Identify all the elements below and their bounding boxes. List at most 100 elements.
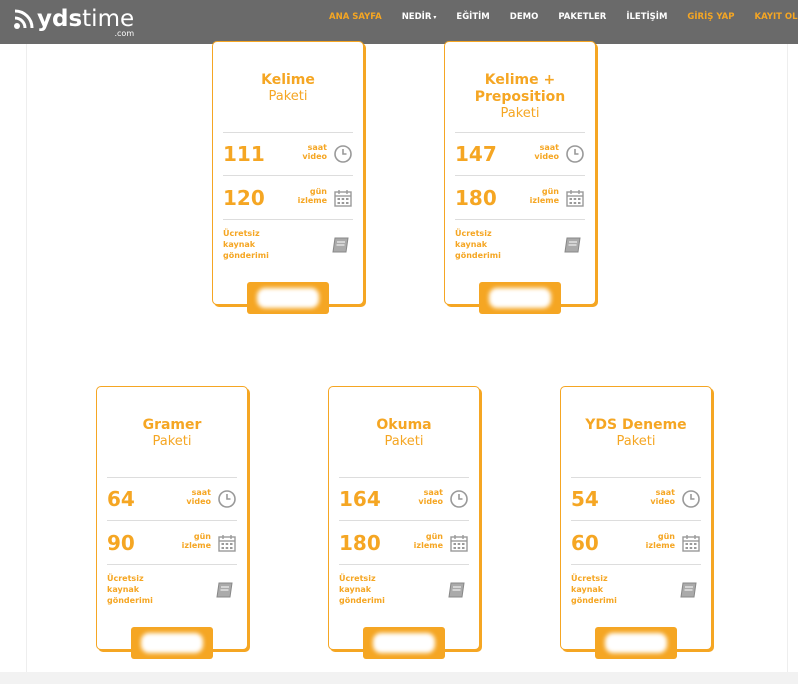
divider — [571, 564, 701, 565]
package-card: YDS Deneme Paketi 54 saat video 60 gün izleme Üc… — [560, 386, 712, 659]
divider — [455, 175, 585, 176]
days-value: 120 — [223, 186, 265, 210]
package-subtitle: Paketi — [616, 434, 656, 449]
divider — [107, 564, 237, 565]
package-subtitle: Paketi — [268, 89, 308, 104]
book-icon — [563, 236, 583, 254]
hours-value: 64 — [107, 487, 135, 511]
days-value: 180 — [339, 531, 381, 555]
days-unit-line1: gün — [425, 532, 443, 541]
buy-button-label-redacted — [373, 633, 435, 653]
free-line3: gönderimi — [339, 596, 385, 605]
top-navbar: ydstime .com ANA SAYFA NEDİR ▾ EĞİTİM DEMO PA… — [0, 0, 798, 44]
nav-link-label: NEDİR — [401, 12, 432, 22]
nav-link-4[interactable]: PAKETLER — [558, 12, 606, 22]
days-unit-line2: izleme — [645, 541, 675, 550]
days-unit-line1: gün — [541, 187, 559, 196]
clock-icon — [333, 144, 353, 164]
hours-row: 164 saat video — [339, 486, 469, 512]
free-line3: gönderimi — [571, 596, 617, 605]
days-unit: gün izleme — [414, 532, 443, 550]
logo[interactable]: ydstime .com — [12, 6, 134, 38]
book-icon — [679, 581, 699, 599]
book-icon — [215, 581, 235, 599]
package-subtitle: Paketi — [384, 434, 424, 449]
divider — [107, 477, 237, 478]
free-line2: kaynak — [223, 240, 256, 249]
hours-unit-line1: saat — [423, 488, 443, 497]
free-line3: gönderimi — [223, 251, 269, 260]
days-unit-line2: izleme — [413, 541, 443, 550]
days-value: 60 — [571, 531, 599, 555]
bottom-shade — [0, 672, 798, 684]
buy-button[interactable] — [595, 627, 677, 659]
hours-row: 54 saat video — [571, 486, 701, 512]
free-line3: gönderimi — [107, 596, 153, 605]
nav-link-7[interactable]: KAYIT OL — [754, 12, 797, 22]
package-card: Okuma Paketi 164 saat video 180 gün izleme Ücret… — [328, 386, 480, 659]
divider — [339, 520, 469, 521]
caret-down-icon: ▾ — [433, 14, 437, 21]
buy-button[interactable] — [479, 282, 561, 314]
hours-unit-line1: saat — [307, 143, 327, 152]
nav-link-3[interactable]: DEMO — [510, 12, 539, 22]
days-value: 180 — [455, 186, 497, 210]
nav-link-5[interactable]: İLETİŞİM — [626, 12, 667, 22]
package-title: Gramer — [142, 417, 202, 433]
hours-unit: saat video — [418, 488, 443, 506]
buy-button-label-redacted — [489, 288, 551, 308]
package-title: YDS Deneme — [585, 417, 687, 433]
free-shipping-text: Ücretsiz kaynak gönderimi — [339, 573, 385, 606]
free-line1: Ücretsiz — [455, 229, 492, 238]
package-card: Kelime + Preposition Paketi 147 saat video 180… — [444, 41, 596, 314]
hours-value: 111 — [223, 142, 265, 166]
nav-link-2[interactable]: EĞİTİM — [456, 12, 489, 22]
buy-button-label-redacted — [141, 633, 203, 653]
free-line1: Ücretsiz — [339, 574, 376, 583]
nav-link-6[interactable]: GİRİŞ YAP — [687, 12, 734, 22]
buy-button-label-redacted — [605, 633, 667, 653]
calendar-icon — [565, 188, 585, 208]
package-title: Kelime + — [484, 72, 556, 88]
free-shipping-text: Ücretsiz kaynak gönderimi — [107, 573, 153, 606]
hours-unit: saat video — [650, 488, 675, 506]
divider — [339, 477, 469, 478]
free-line2: kaynak — [107, 585, 140, 594]
buy-button[interactable] — [131, 627, 213, 659]
buy-button[interactable] — [363, 627, 445, 659]
days-unit-line1: gün — [309, 187, 327, 196]
nav-link-1[interactable]: NEDİR ▾ — [402, 12, 437, 22]
days-unit-line2: izleme — [297, 196, 327, 205]
nav-link-label: DEMO — [509, 12, 539, 22]
nav-link-0[interactable]: ANA SAYFA — [329, 12, 382, 22]
hours-value: 147 — [455, 142, 497, 166]
nav-link-label: ANA SAYFA — [329, 12, 382, 22]
card-header: Kelime Paketi — [213, 72, 363, 105]
divider — [223, 175, 353, 176]
hours-value: 164 — [339, 487, 381, 511]
hours-unit-line1: saat — [539, 143, 559, 152]
days-row: 180 gün izleme — [339, 530, 469, 556]
hours-value: 54 — [571, 487, 599, 511]
card-header: Okuma Paketi — [329, 417, 479, 450]
free-line2: kaynak — [455, 240, 488, 249]
days-unit-line2: izleme — [181, 541, 211, 550]
clock-icon — [449, 489, 469, 509]
clock-icon — [217, 489, 237, 509]
clock-icon — [565, 144, 585, 164]
days-unit-line2: izleme — [529, 196, 559, 205]
divider — [339, 564, 469, 565]
package-subtitle: Paketi — [152, 434, 192, 449]
book-icon — [331, 236, 351, 254]
package-subtitle: Paketi — [500, 106, 540, 121]
days-row: 180 gün izleme — [455, 185, 585, 211]
calendar-icon — [217, 533, 237, 553]
days-row: 120 gün izleme — [223, 185, 353, 211]
free-shipping-text: Ücretsiz kaynak gönderimi — [223, 228, 269, 261]
buy-button[interactable] — [247, 282, 329, 314]
hours-row: 111 saat video — [223, 141, 353, 167]
divider — [455, 219, 585, 220]
nav-link-label: İLETİŞİM — [626, 12, 668, 22]
nav-link-label: EĞİTİM — [456, 12, 490, 22]
free-line1: Ücretsiz — [107, 574, 144, 583]
